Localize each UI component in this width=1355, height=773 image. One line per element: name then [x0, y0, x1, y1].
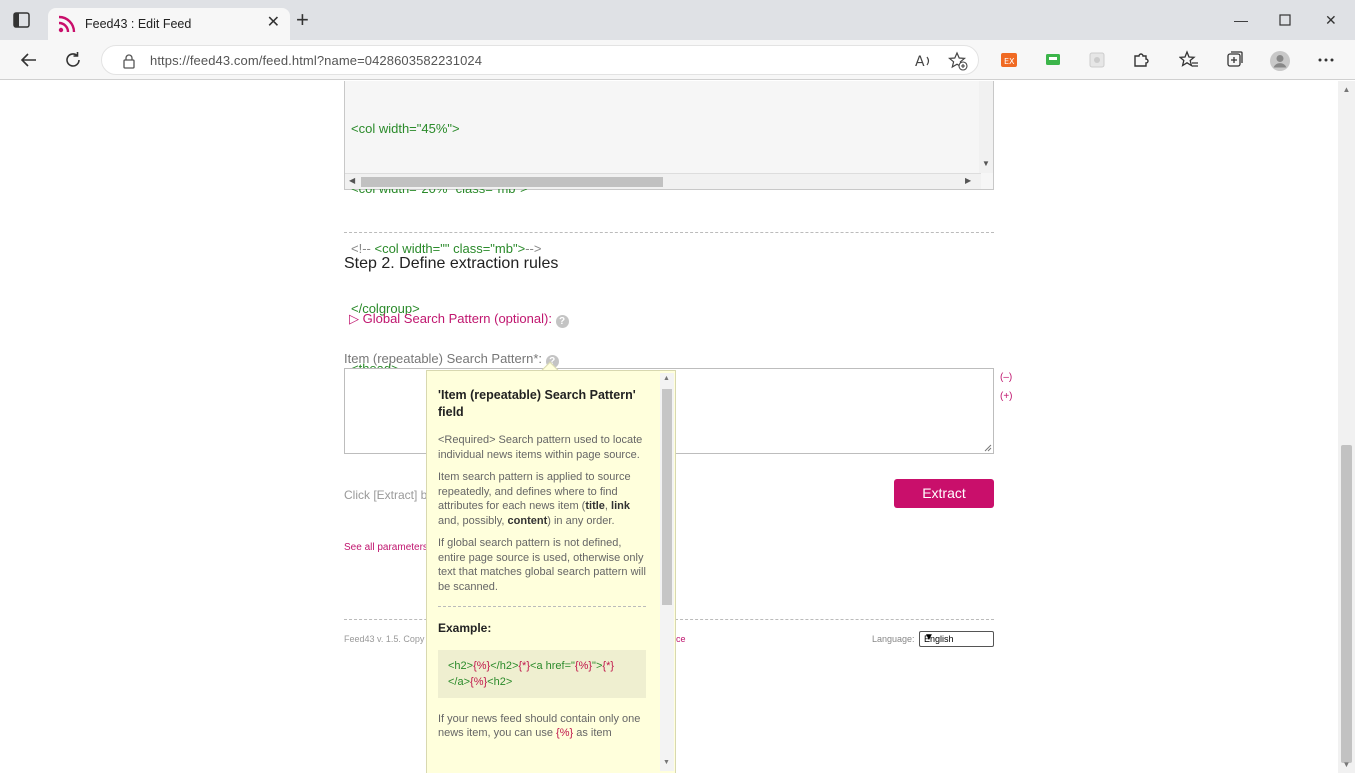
tooltip-text: and, possibly,: [438, 514, 508, 527]
collections-icon[interactable]: [1224, 50, 1244, 70]
more-icon[interactable]: [1316, 50, 1336, 70]
tooltip-example-heading: Example:: [438, 621, 492, 635]
extract-button[interactable]: Extract: [894, 479, 994, 508]
tooltip-paragraph: <Required> Search pattern used to locate…: [438, 434, 643, 461]
see-all-parameters-link[interactable]: See all parameters: [344, 542, 428, 553]
tooltip-paragraph: If global search pattern is not defined,…: [438, 537, 646, 593]
close-icon[interactable]: ✕: [267, 14, 280, 32]
code-token: <h2>: [487, 675, 513, 688]
code-token: {%}: [470, 675, 488, 688]
svg-text:A: A: [915, 54, 925, 70]
comment-close: -->: [525, 241, 542, 256]
tooltip-scroll-thumb[interactable]: [662, 389, 672, 605]
global-search-pattern-link[interactable]: ▷ Global Search Pattern (optional): ?: [349, 311, 569, 328]
scroll-down-icon[interactable]: ▼: [663, 759, 670, 766]
add-pattern-button[interactable]: (+): [1000, 391, 1013, 402]
tooltip-divider: [438, 606, 646, 607]
code-token: </h2>: [490, 659, 519, 672]
remove-pattern-button[interactable]: (–): [1000, 372, 1012, 383]
language-label: Language:: [872, 634, 915, 644]
extension-gray-icon[interactable]: [1087, 50, 1107, 70]
back-icon[interactable]: [18, 49, 40, 71]
plus-icon[interactable]: +: [296, 9, 309, 31]
tooltip-content: 'Item (repeatable) Search Pattern' field…: [438, 387, 648, 749]
tooltip-title: 'Item (repeatable) Search Pattern' field: [438, 388, 636, 419]
tooltip-text: ) in any order.: [547, 514, 615, 527]
footer-copyright: Feed43 v. 1.5. Copy: [344, 634, 425, 644]
code-hscroll-thumb[interactable]: [361, 177, 663, 187]
title-bar: Feed43 : Edit Feed ✕ + — ✕: [0, 0, 1355, 40]
help-icon[interactable]: ?: [555, 315, 569, 328]
tab-actions-icon[interactable]: [10, 9, 34, 31]
add-favorite-icon[interactable]: [947, 51, 968, 71]
profile-icon[interactable]: [1269, 50, 1290, 71]
refresh-icon[interactable]: [62, 49, 84, 71]
code-token: {%}: [473, 659, 491, 672]
tooltip-example-code: <h2>{%}</h2>{*}<a href="{%}">{*} </a>{%}<…: [438, 649, 646, 698]
comment-inner: <col width="" class="mb">: [374, 241, 526, 256]
address-bar[interactable]: https://feed43.com/feed.html?name=042860…: [101, 45, 979, 75]
minimize-icon[interactable]: —: [1234, 10, 1248, 30]
code-token: ">: [592, 659, 603, 672]
favorites-icon[interactable]: [1178, 50, 1199, 70]
browser-tab-active[interactable]: Feed43 : Edit Feed ✕: [48, 8, 290, 40]
tooltip-bold: title: [585, 500, 605, 512]
maximize-icon[interactable]: [1279, 10, 1291, 31]
tooltip-paragraph: If your news feed should contain only on…: [438, 712, 648, 741]
chevron-down-icon: ▼: [924, 632, 934, 643]
page-vertical-scrollbar[interactable]: ▲ ▼: [1338, 81, 1355, 773]
close-window-icon[interactable]: ✕: [1325, 10, 1337, 30]
extension-green-icon[interactable]: [1043, 50, 1063, 70]
scroll-up-icon[interactable]: ▲: [663, 375, 670, 382]
puzzle-icon[interactable]: [1131, 50, 1151, 70]
svg-text:EX: EX: [1004, 57, 1015, 66]
item-pattern-label-text: Item (repeatable) Search Pattern*:: [344, 351, 542, 366]
resize-handle-icon[interactable]: [983, 443, 992, 452]
url-text: https://feed43.com/feed.html?name=042860…: [150, 53, 483, 68]
language-select[interactable]: English ▼: [919, 631, 994, 647]
code-horizontal-scrollbar[interactable]: ◀ ▶: [345, 173, 981, 189]
tooltip-token: {%}: [556, 727, 574, 739]
code-vertical-scrollbar[interactable]: ▼: [979, 81, 993, 173]
browser-toolbar: https://feed43.com/feed.html?name=042860…: [0, 40, 1355, 80]
code-token: {*}: [518, 659, 531, 672]
scroll-up-icon[interactable]: ▲: [1338, 85, 1355, 94]
lock-icon[interactable]: [122, 53, 136, 69]
source-code-box[interactable]: <col width="45%"> <col width="20%" class…: [344, 81, 994, 376]
tooltip-scrollbar[interactable]: ▲ ▼: [660, 373, 674, 771]
code-token: <h2>: [448, 659, 474, 672]
help-tooltip: 'Item (repeatable) Search Pattern' field…: [426, 370, 676, 773]
code-token: {%}: [574, 659, 593, 672]
rss-feed-icon: [58, 15, 76, 33]
section-divider: [344, 232, 994, 233]
code-token: </a>: [448, 675, 471, 688]
step-title: Step 2. Define extraction rules: [344, 255, 559, 272]
tooltip-bold: link: [611, 500, 630, 512]
page-scroll-thumb[interactable]: [1341, 445, 1352, 763]
code-line: <col width="45%">: [351, 121, 460, 136]
tooltip-text: as item: [573, 727, 612, 739]
global-search-pattern-label: ▷ Global Search Pattern (optional):: [349, 311, 552, 326]
extract-hint: Click [Extract] bu: [344, 488, 435, 502]
item-pattern-label: Item (repeatable) Search Pattern*: ?: [344, 351, 559, 368]
tab-title: Feed43 : Edit Feed: [85, 17, 192, 31]
comment-open: <!--: [351, 241, 375, 256]
read-aloud-icon[interactable]: A: [914, 51, 934, 71]
code-token: <a href=": [530, 659, 575, 672]
scroll-down-icon[interactable]: ▼: [1338, 760, 1355, 769]
tooltip-bold: content: [507, 514, 548, 527]
extension-orange-icon[interactable]: EX: [999, 50, 1019, 70]
code-token: {*}: [602, 659, 615, 672]
tooltip-paragraph: Item search pattern is applied to source…: [438, 470, 648, 528]
